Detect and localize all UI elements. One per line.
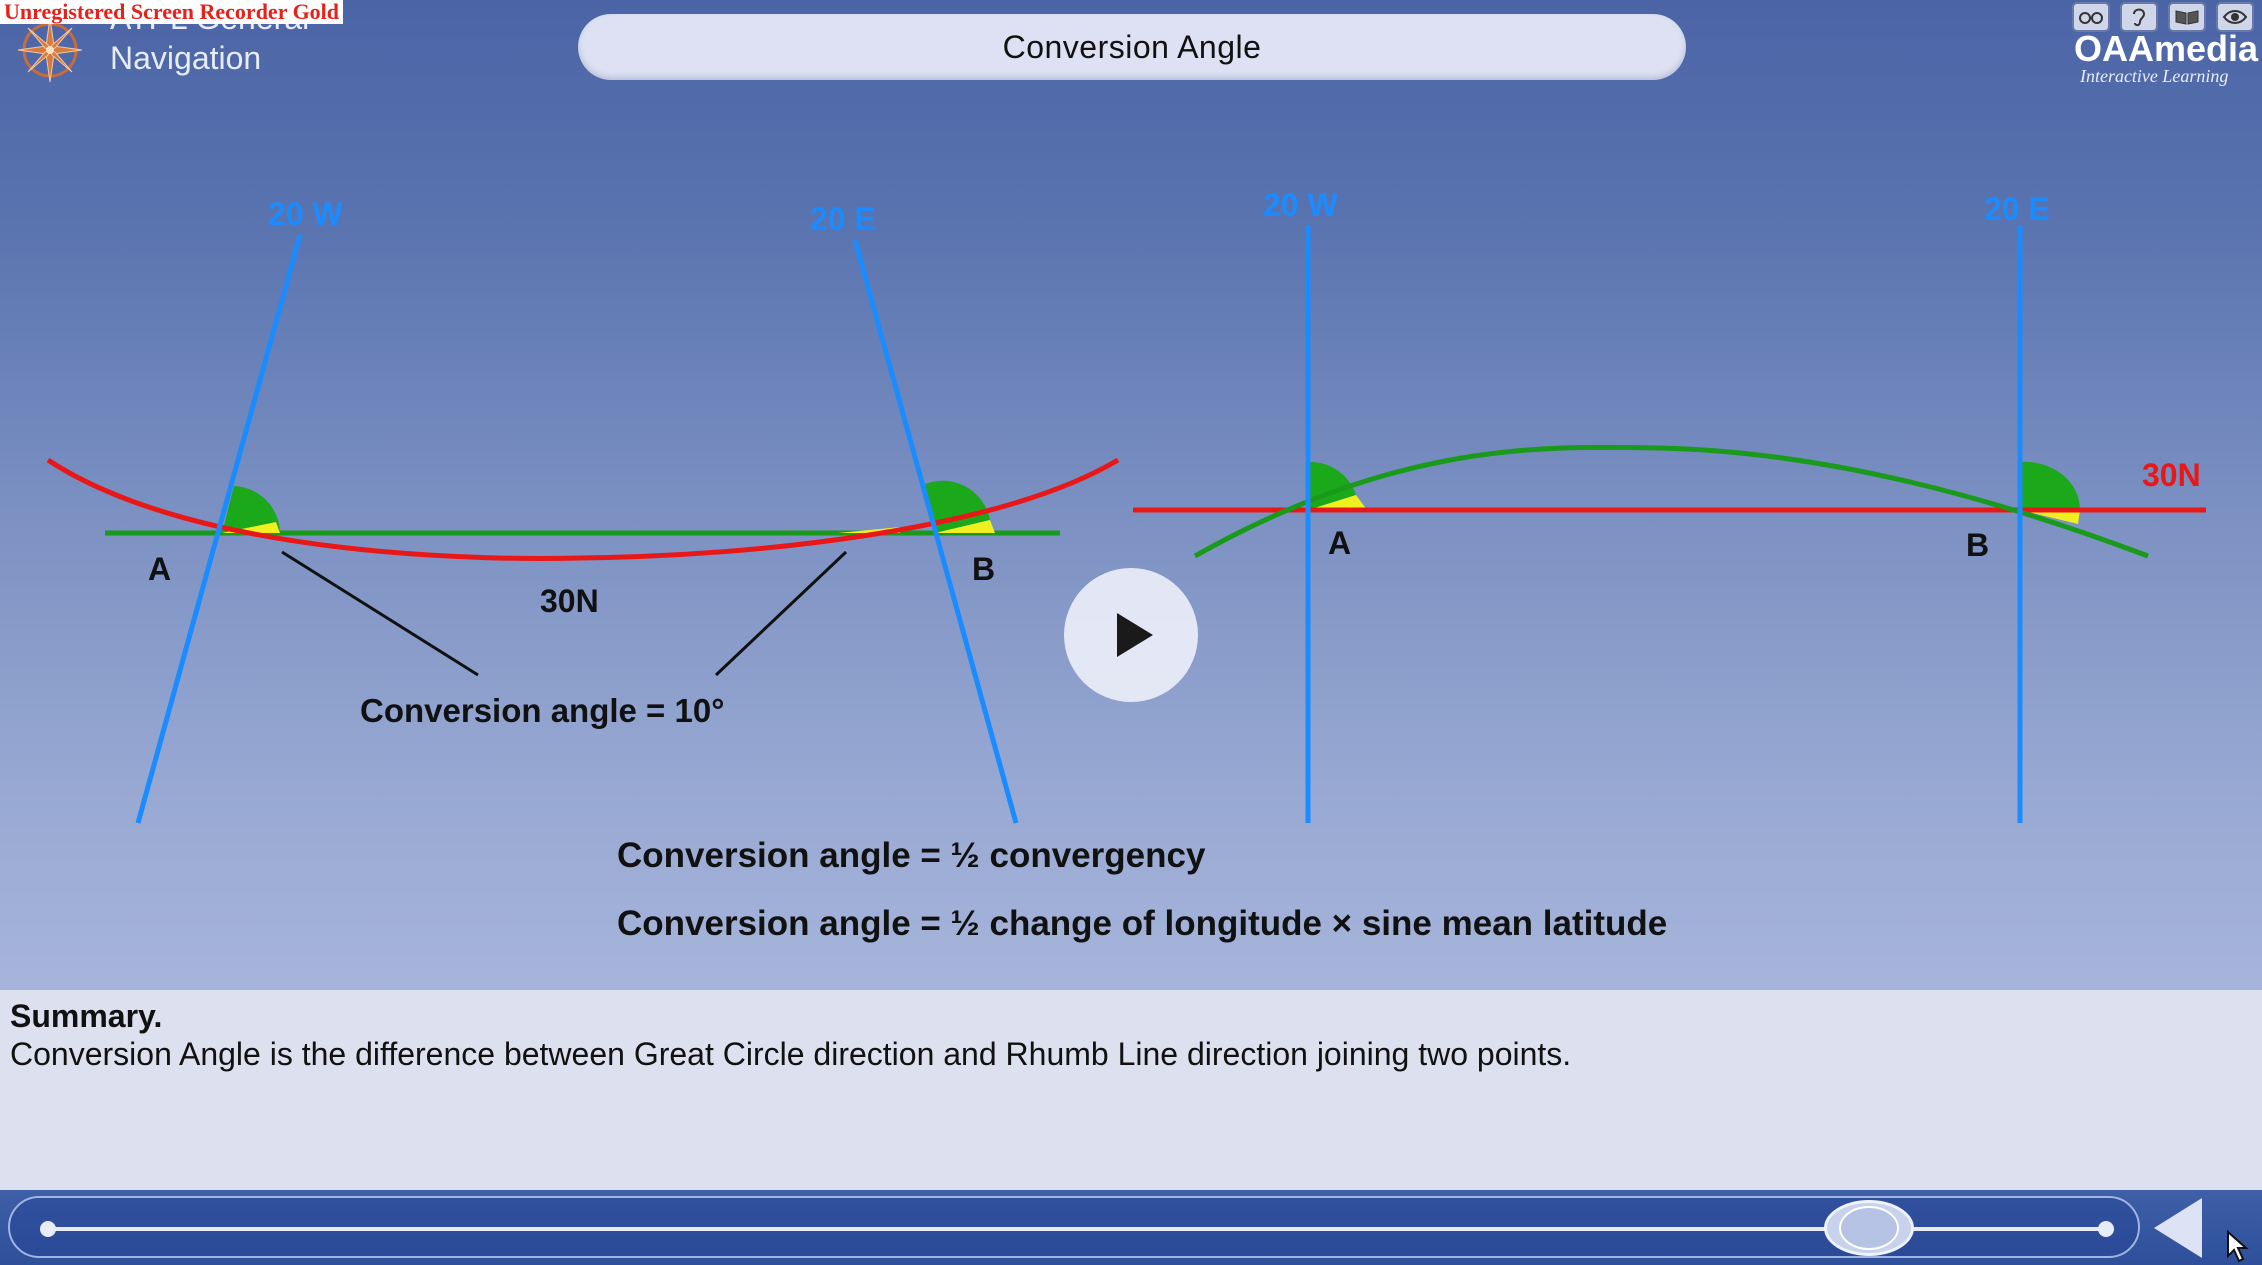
left-point-a-label: A [148,551,171,587]
timeline-start-dot [40,1221,56,1237]
right-meridian-east-label: 20 E [1984,191,2050,227]
right-point-b-label: B [1966,527,1989,563]
timeline-end-dot [2098,1221,2114,1237]
timeline-track[interactable] [46,1227,2106,1231]
right-angle-b [2020,461,2081,510]
timeline-knob[interactable] [1824,1200,1914,1256]
left-parallel-label: 30N [540,583,599,619]
knob-inner [1839,1206,1899,1250]
right-meridian-west-label: 20 W [1263,187,1338,223]
left-pointer-b [714,550,848,677]
left-diagram: 20 W 20 E A B 30N Conversion angle = 10° [46,196,1120,824]
summary-panel: Summary. Conversion Angle is the differe… [0,990,2262,1190]
left-meridian-east-label: 20 E [810,201,876,237]
formula-line-1: Conversion angle = ½ convergency [617,836,1206,875]
right-point-a-label: A [1328,525,1351,561]
left-conversion-note: Conversion angle = 10° [360,692,724,729]
left-meridian-west-label: 20 W [268,196,343,232]
play-button[interactable] [1064,568,1198,702]
back-arrow-icon[interactable] [2154,1198,2202,1258]
player-controls [0,1190,2262,1265]
summary-heading: Summary. [10,998,163,1034]
timeline-scrubber[interactable] [8,1196,2140,1258]
summary-text: Conversion Angle is the difference betwe… [10,1036,1572,1072]
mouse-cursor-icon [2227,1230,2249,1263]
lesson-stage: Unregistered Screen Recorder Gold ATPL G… [0,0,2262,1265]
right-diagram: 20 W 20 E A B 30N [1133,187,2206,823]
left-point-b-label: B [972,551,995,587]
formula-line-2: Conversion angle = ½ change of longitude… [617,904,1668,943]
right-parallel-label: 30N [2142,457,2201,493]
play-icon [1117,613,1153,657]
recorder-watermark: Unregistered Screen Recorder Gold [0,0,344,24]
left-pointer-a [281,550,479,677]
